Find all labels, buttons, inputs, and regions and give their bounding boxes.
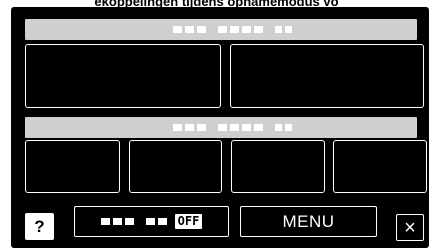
help-label: ? [34,216,45,236]
option-button-large-1[interactable] [25,44,221,108]
off-state-badge: OFF [174,214,203,229]
menu-button-label: MENU [282,211,335,231]
section-header-top [25,19,417,40]
camera-menu-screen: ? OFF MENU × [11,7,429,248]
option-button-large-2[interactable] [230,44,424,108]
off-toggle-button[interactable]: OFF [74,206,229,237]
redacted-label-toggle [100,218,167,225]
close-icon: × [404,216,416,239]
option-button-small-2[interactable] [129,140,222,193]
section-header-middle [25,117,417,138]
redacted-label-middle [173,124,292,131]
option-button-small-4[interactable] [333,140,427,193]
option-button-small-3[interactable] [231,140,325,193]
help-button[interactable]: ? [25,213,54,240]
menu-button[interactable]: MENU [240,206,377,237]
option-button-small-1[interactable] [25,140,120,193]
close-button[interactable]: × [396,214,424,241]
redacted-label-top [173,26,292,33]
